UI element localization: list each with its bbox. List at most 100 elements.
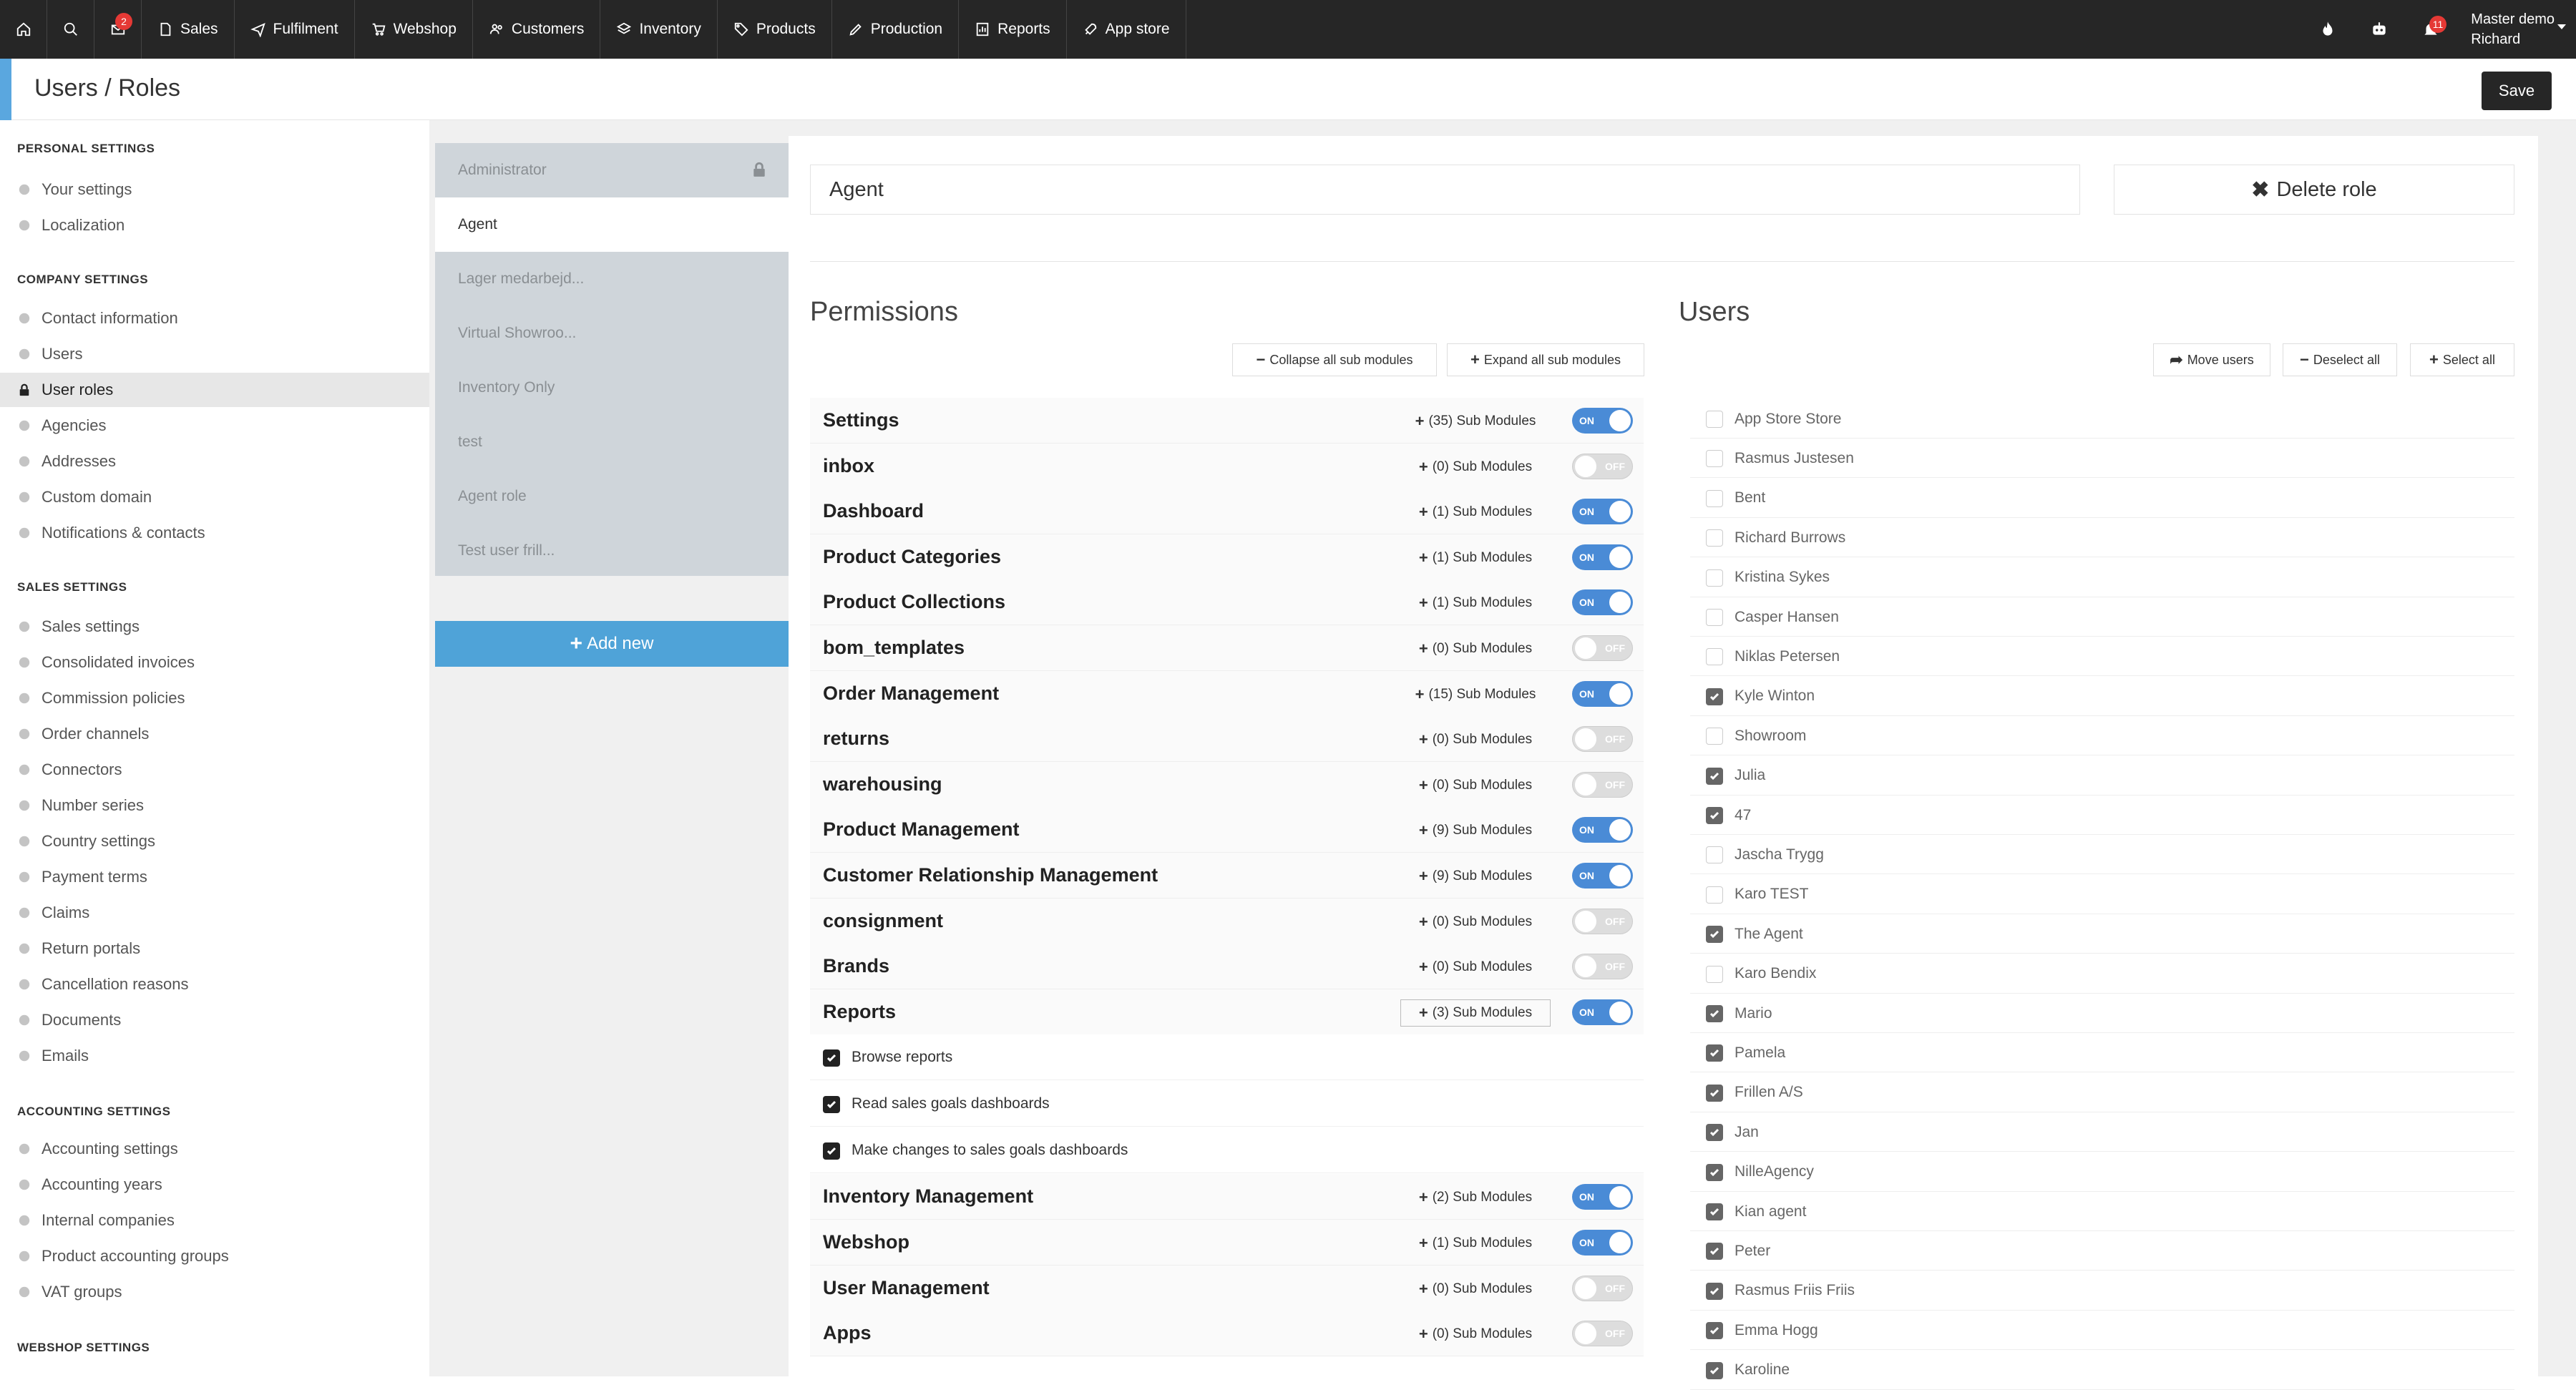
inbox-button[interactable]: 2 — [94, 0, 142, 59]
permission-switch[interactable]: OFF — [1572, 635, 1633, 661]
sub-modules-toggle[interactable]: + (9) Sub Modules — [1400, 863, 1551, 890]
user-checkbox[interactable] — [1706, 1203, 1723, 1220]
user-row[interactable]: Jascha Trygg — [1690, 835, 2514, 875]
permission-switch[interactable]: ON — [1572, 863, 1633, 889]
sidebar-item-internal-companies[interactable]: Internal companies — [0, 1203, 429, 1238]
nav-inventory[interactable]: Inventory — [600, 0, 718, 59]
user-row[interactable]: The Agent — [1690, 914, 2514, 954]
user-checkbox[interactable] — [1706, 1124, 1723, 1142]
permission-switch[interactable]: OFF — [1572, 771, 1633, 798]
user-row[interactable]: Karo Bendix — [1690, 954, 2514, 994]
nav-sales[interactable]: Sales — [142, 0, 235, 59]
user-row[interactable]: Rasmus Justesen — [1690, 439, 2514, 479]
user-row[interactable]: Mario — [1690, 994, 2514, 1033]
sidebar-item-documents[interactable]: Documents — [0, 1003, 429, 1037]
save-button[interactable]: Save — [2482, 72, 2552, 110]
user-checkbox[interactable] — [1706, 569, 1723, 587]
user-row[interactable]: Kristina Sykes — [1690, 557, 2514, 597]
role-item[interactable]: test — [435, 415, 789, 469]
role-item[interactable]: Administrator — [435, 143, 789, 197]
sub-modules-toggle[interactable]: + (0) Sub Modules — [1400, 1321, 1551, 1349]
user-row[interactable]: Kyle Winton — [1690, 676, 2514, 716]
sidebar-item-sales-settings[interactable]: Sales settings — [0, 610, 429, 644]
user-checkbox[interactable] — [1706, 846, 1723, 864]
permission-switch[interactable]: ON — [1572, 1184, 1633, 1210]
user-row[interactable]: Jan — [1690, 1112, 2514, 1152]
move-users-button[interactable]: ➦ Move users — [2153, 343, 2270, 376]
user-checkbox[interactable] — [1706, 1282, 1723, 1300]
permission-switch[interactable]: ON — [1572, 499, 1633, 525]
sub-modules-toggle[interactable]: + (1) Sub Modules — [1400, 1230, 1551, 1257]
permission-switch[interactable]: ON — [1572, 589, 1633, 616]
user-row[interactable]: App Store Store — [1690, 399, 2514, 439]
sub-modules-toggle[interactable]: + (0) Sub Modules — [1400, 453, 1551, 481]
robot-button[interactable] — [2353, 0, 2405, 59]
sidebar-item-claims[interactable]: Claims — [0, 896, 429, 930]
permission-switch[interactable]: OFF — [1572, 954, 1633, 980]
user-row[interactable]: Pamela — [1690, 1033, 2514, 1073]
fire-button[interactable] — [2302, 0, 2353, 59]
sub-modules-toggle[interactable]: + (1) Sub Modules — [1400, 499, 1551, 527]
sidebar-item-cancellation-reasons[interactable]: Cancellation reasons — [0, 967, 429, 1002]
user-checkbox[interactable] — [1706, 767, 1723, 785]
nav-fulfilment[interactable]: Fulfilment — [235, 0, 355, 59]
sub-modules-toggle[interactable]: + (1) Sub Modules — [1400, 544, 1551, 572]
sub-modules-toggle[interactable]: + (35) Sub Modules — [1400, 408, 1551, 435]
delete-role-button[interactable]: ✖ Delete role — [2114, 165, 2514, 215]
sub-modules-toggle[interactable]: + (15) Sub Modules — [1400, 680, 1551, 708]
deselect-all-button[interactable]: − Deselect all — [2283, 343, 2397, 376]
permission-switch[interactable]: ON — [1572, 408, 1633, 434]
user-row[interactable]: Niklas Petersen — [1690, 637, 2514, 677]
user-checkbox[interactable] — [1706, 728, 1723, 745]
user-row[interactable]: Julia — [1690, 755, 2514, 796]
sidebar-item-connectors[interactable]: Connectors — [0, 753, 429, 787]
user-checkbox[interactable] — [1706, 886, 1723, 904]
user-row[interactable]: 47 — [1690, 796, 2514, 835]
permission-switch[interactable]: OFF — [1572, 726, 1633, 753]
sidebar-item-commission-policies[interactable]: Commission policies — [0, 681, 429, 715]
nav-app-store[interactable]: App store — [1067, 0, 1186, 59]
user-checkbox[interactable] — [1706, 411, 1723, 428]
user-checkbox[interactable] — [1706, 1163, 1723, 1181]
sidebar-item-notifications-contacts[interactable]: Notifications & contacts — [0, 516, 429, 550]
sub-modules-toggle[interactable]: + (2) Sub Modules — [1400, 1184, 1551, 1212]
user-checkbox[interactable] — [1706, 807, 1723, 824]
select-all-button[interactable]: + Select all — [2410, 343, 2514, 376]
user-checkbox[interactable] — [1706, 489, 1723, 507]
sub-modules-toggle[interactable]: + (1) Sub Modules — [1400, 589, 1551, 617]
user-checkbox[interactable] — [1706, 965, 1723, 983]
sub-modules-toggle[interactable]: + (0) Sub Modules — [1400, 635, 1551, 662]
sidebar-item-localization[interactable]: Localization — [0, 208, 429, 243]
sub-module-checkbox[interactable] — [823, 1096, 840, 1114]
sub-modules-toggle[interactable]: + (9) Sub Modules — [1400, 817, 1551, 845]
user-row[interactable]: Karoline — [1690, 1350, 2514, 1390]
nav-customers[interactable]: Customers — [473, 0, 601, 59]
sidebar-item-accounting-years[interactable]: Accounting years — [0, 1168, 429, 1202]
sidebar-item-contact-information[interactable]: Contact information — [0, 301, 429, 336]
account-menu[interactable]: Master demo Richard — [2457, 9, 2576, 49]
role-item[interactable]: Lager medarbejd... — [435, 252, 789, 306]
nav-webshop[interactable]: Webshop — [355, 0, 473, 59]
collapse-all-button[interactable]: − Collapse all sub modules — [1232, 343, 1437, 376]
permission-switch[interactable]: OFF — [1572, 1321, 1633, 1347]
sub-modules-toggle[interactable]: + (0) Sub Modules — [1400, 726, 1551, 754]
sidebar-item-vat-groups[interactable]: VAT groups — [0, 1275, 429, 1309]
nav-reports[interactable]: Reports — [959, 0, 1067, 59]
sub-modules-toggle[interactable]: + (3) Sub Modules — [1400, 999, 1551, 1027]
sidebar-item-your-settings[interactable]: Your settings — [0, 172, 429, 207]
sidebar-item-user-roles[interactable]: User roles — [0, 373, 429, 407]
role-item[interactable]: Agent role — [435, 469, 789, 524]
user-checkbox[interactable] — [1706, 450, 1723, 468]
sub-module-checkbox[interactable] — [823, 1142, 840, 1160]
role-item[interactable]: Agent — [435, 197, 789, 252]
role-item[interactable]: Inventory Only — [435, 361, 789, 415]
user-checkbox[interactable] — [1706, 648, 1723, 666]
user-checkbox[interactable] — [1706, 1005, 1723, 1022]
permission-switch[interactable]: ON — [1572, 680, 1633, 707]
add-new-role-button[interactable]: + Add new — [435, 621, 789, 667]
notifications-button[interactable]: 11 — [2405, 0, 2457, 59]
role-item[interactable]: Test user frill... — [435, 524, 789, 578]
user-row[interactable]: Showroom — [1690, 716, 2514, 756]
user-checkbox[interactable] — [1706, 529, 1723, 547]
user-row[interactable]: Richard Burrows — [1690, 518, 2514, 558]
